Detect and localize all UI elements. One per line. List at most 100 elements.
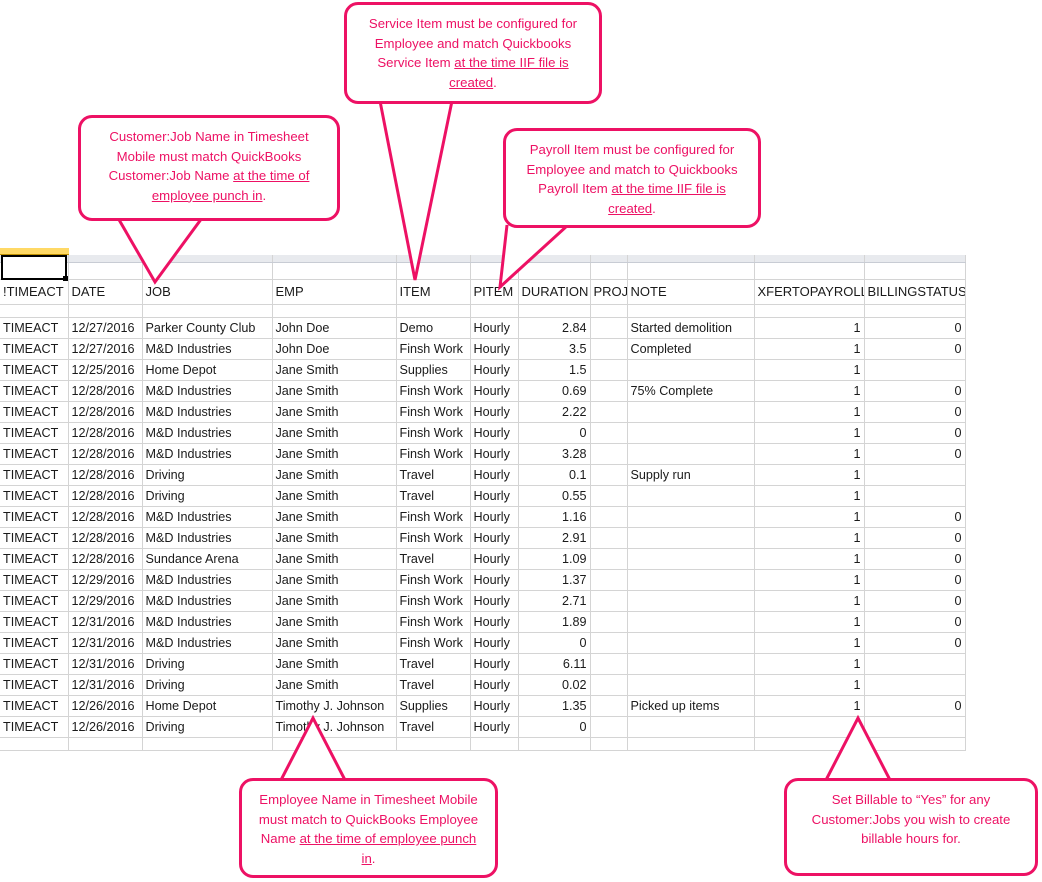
table-cell[interactable]: 2.84 [518,317,591,339]
column-header[interactable]: PROJ [590,279,628,305]
table-cell[interactable] [627,485,755,507]
table-cell[interactable]: 12/31/2016 [68,632,143,654]
table-cell[interactable]: Hourly [470,359,519,381]
table-cell[interactable]: TIMEACT [0,338,69,360]
table-cell[interactable]: John Doe [272,338,397,360]
table-cell[interactable]: Hourly [470,716,519,738]
table-cell[interactable]: M&D Industries [142,380,273,402]
table-cell[interactable]: Jane Smith [272,548,397,570]
table-cell[interactable] [627,653,755,675]
empty-cell[interactable] [470,304,519,318]
table-cell[interactable]: Jane Smith [272,590,397,612]
sheet-ruler-cell[interactable] [627,255,755,263]
table-cell[interactable] [590,422,628,444]
table-cell[interactable]: 1 [754,359,865,381]
table-cell[interactable] [864,674,966,696]
table-cell[interactable] [627,527,755,549]
table-cell[interactable]: 1 [754,380,865,402]
table-cell[interactable]: Hourly [470,653,519,675]
sheet-ruler-cell[interactable] [396,255,471,263]
table-cell[interactable]: Jane Smith [272,653,397,675]
table-cell[interactable]: 0 [864,443,966,465]
table-cell[interactable]: 12/28/2016 [68,380,143,402]
table-cell[interactable]: 1 [754,527,865,549]
table-cell[interactable]: 12/25/2016 [68,359,143,381]
table-cell[interactable]: Travel [396,653,471,675]
sheet-ruler-cell[interactable] [590,255,628,263]
table-cell[interactable]: 1 [754,674,865,696]
table-cell[interactable]: John Doe [272,317,397,339]
table-cell[interactable]: M&D Industries [142,527,273,549]
table-cell[interactable] [627,632,755,654]
table-cell[interactable]: 3.5 [518,338,591,360]
table-cell[interactable]: Hourly [470,464,519,486]
table-cell[interactable]: 1 [754,338,865,360]
table-cell[interactable]: 1 [754,548,865,570]
table-cell[interactable]: 2.22 [518,401,591,423]
table-cell[interactable]: Jane Smith [272,485,397,507]
table-cell[interactable]: TIMEACT [0,653,69,675]
table-cell[interactable] [627,569,755,591]
timeact-table[interactable]: !TIMEACT DATE JOB EMP ITEM PITEM DURATION PROJ N… [0,255,966,751]
table-cell[interactable]: 1.35 [518,695,591,717]
table-cell[interactable]: TIMEACT [0,464,69,486]
table-cell[interactable]: M&D Industries [142,338,273,360]
table-cell[interactable]: Travel [396,464,471,486]
table-cell[interactable]: 12/28/2016 [68,401,143,423]
table-cell[interactable]: M&D Industries [142,590,273,612]
table-cell[interactable]: Jane Smith [272,569,397,591]
table-cell[interactable]: 12/27/2016 [68,317,143,339]
table-cell[interactable]: 1.09 [518,548,591,570]
table-cell[interactable]: 0 [864,317,966,339]
table-cell[interactable]: Driving [142,464,273,486]
table-cell[interactable]: Jane Smith [272,506,397,528]
empty-cell[interactable] [590,304,628,318]
empty-cell[interactable] [272,304,397,318]
table-cell[interactable]: TIMEACT [0,632,69,654]
table-cell[interactable]: 12/31/2016 [68,653,143,675]
table-cell[interactable]: TIMEACT [0,506,69,528]
column-header[interactable]: DATE [68,279,143,305]
table-cell[interactable]: Hourly [470,485,519,507]
column-header[interactable]: ITEM [396,279,471,305]
empty-cell[interactable] [470,262,519,280]
table-cell[interactable]: Hourly [470,527,519,549]
table-cell[interactable]: 1 [754,611,865,633]
table-cell[interactable] [590,611,628,633]
table-cell[interactable] [864,359,966,381]
table-cell[interactable]: 12/28/2016 [68,443,143,465]
empty-cell[interactable] [396,737,471,751]
table-cell[interactable] [590,338,628,360]
column-header[interactable]: DURATION [518,279,591,305]
table-cell[interactable]: 0 [864,569,966,591]
table-cell[interactable]: Hourly [470,401,519,423]
table-cell[interactable]: Hourly [470,422,519,444]
table-cell[interactable]: 1.5 [518,359,591,381]
table-cell[interactable]: Demo [396,317,471,339]
table-cell[interactable] [864,716,966,738]
table-cell[interactable]: TIMEACT [0,695,69,717]
table-cell[interactable]: 12/29/2016 [68,569,143,591]
table-cell[interactable]: Hourly [470,380,519,402]
table-cell[interactable]: Supplies [396,359,471,381]
table-cell[interactable]: M&D Industries [142,611,273,633]
column-header[interactable]: JOB [142,279,273,305]
table-cell[interactable]: TIMEACT [0,380,69,402]
table-cell[interactable]: Started demolition [627,317,755,339]
table-cell[interactable]: Hourly [470,632,519,654]
table-cell[interactable] [590,527,628,549]
table-cell[interactable] [627,422,755,444]
table-cell[interactable]: 1 [754,485,865,507]
table-cell[interactable]: Finsh Work [396,338,471,360]
column-header[interactable]: NOTE [627,279,755,305]
table-cell[interactable]: 0 [864,380,966,402]
table-cell[interactable]: Hourly [470,338,519,360]
table-cell[interactable]: 6.11 [518,653,591,675]
table-cell[interactable]: M&D Industries [142,506,273,528]
table-cell[interactable] [864,485,966,507]
table-cell[interactable]: 12/29/2016 [68,590,143,612]
table-cell[interactable] [590,674,628,696]
empty-cell[interactable] [518,262,591,280]
table-cell[interactable]: 12/31/2016 [68,611,143,633]
table-cell[interactable]: M&D Industries [142,422,273,444]
